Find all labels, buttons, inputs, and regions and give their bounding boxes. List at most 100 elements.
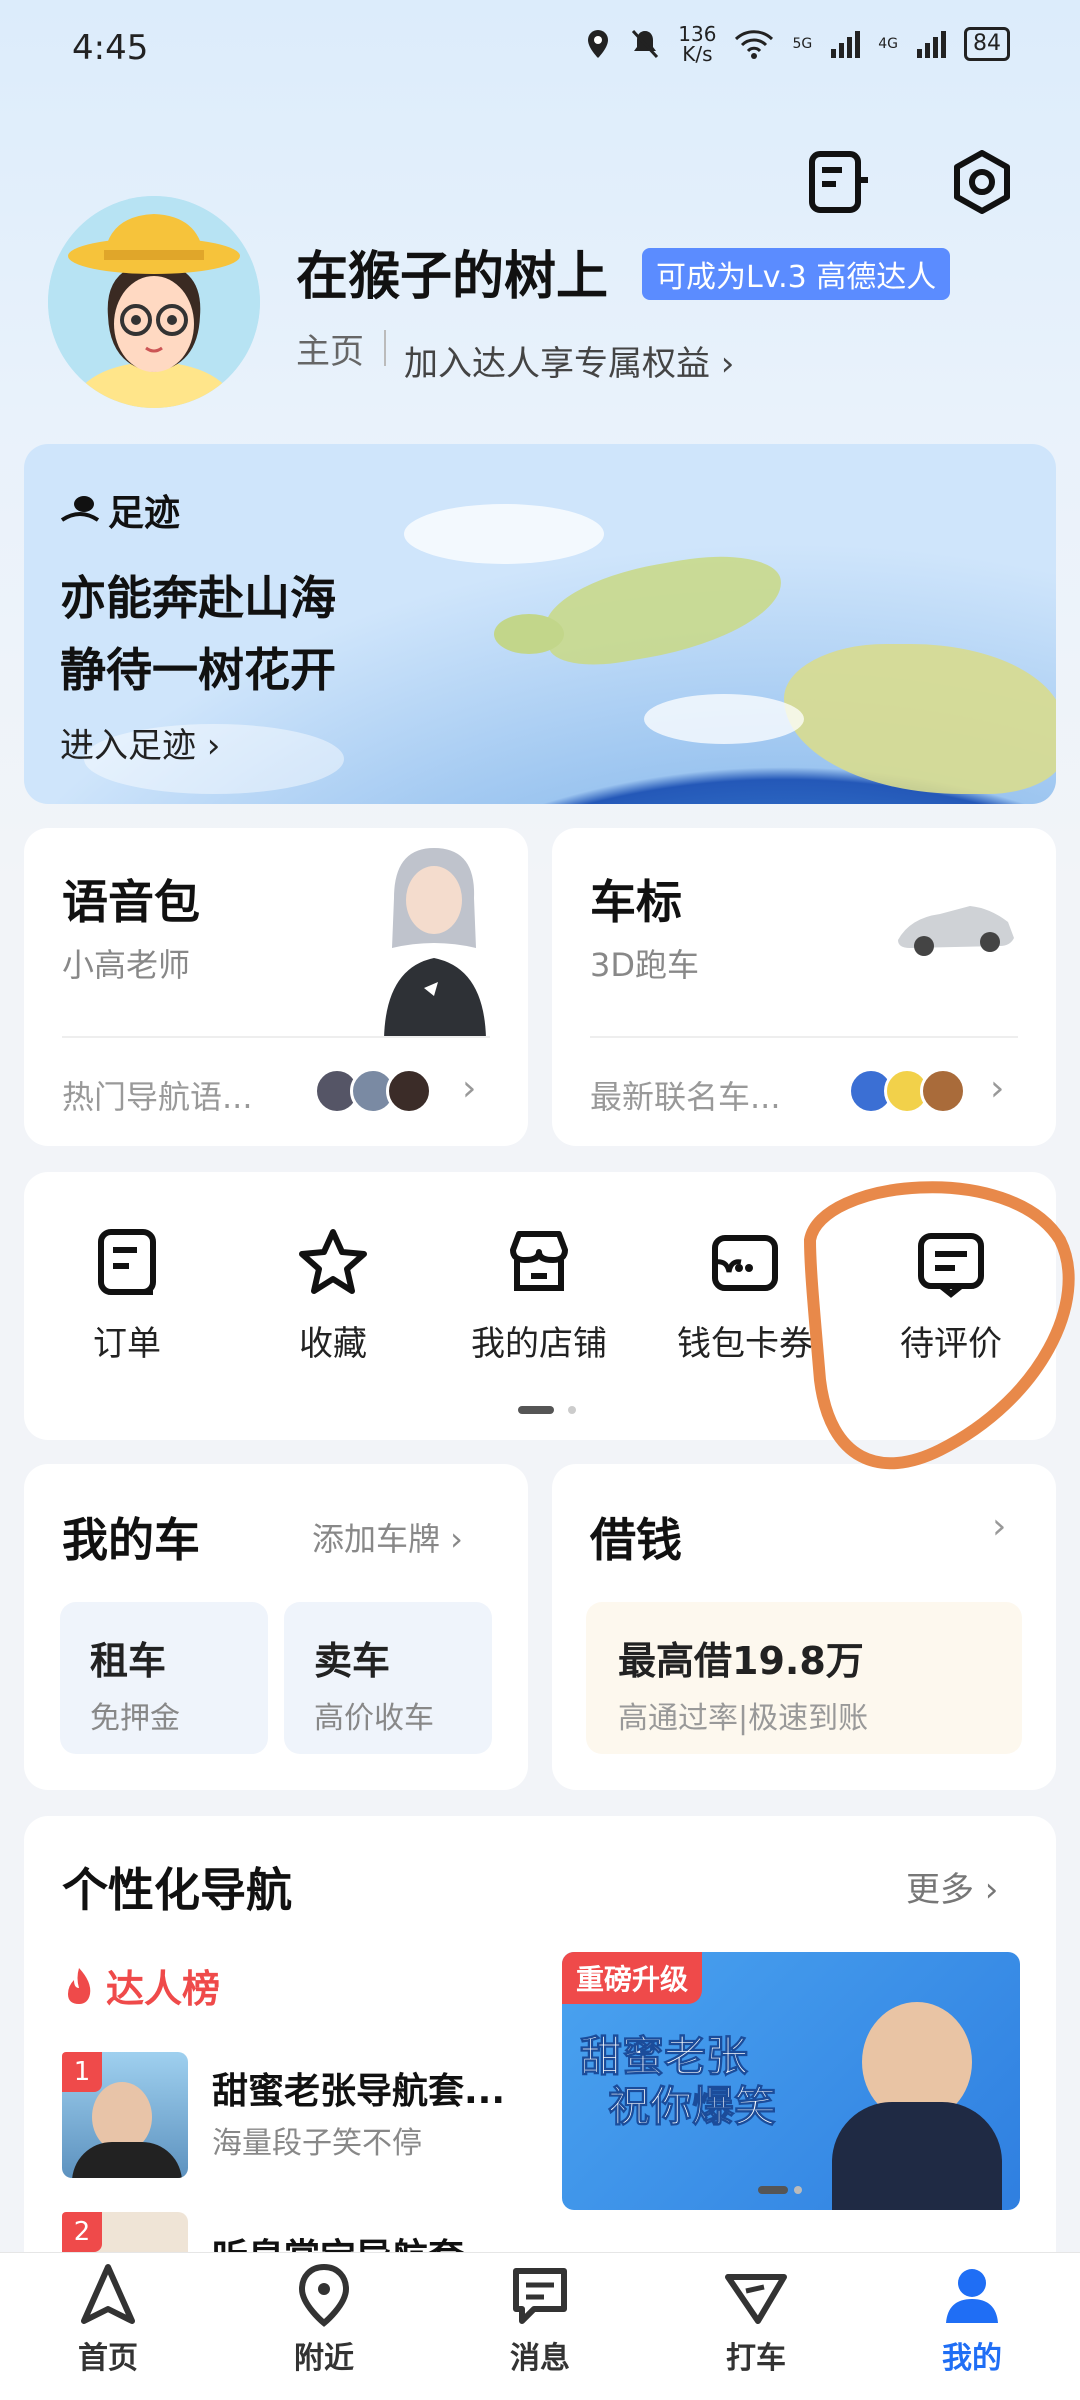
tool-my-shop[interactable]: 我的店铺	[454, 1226, 624, 1365]
signal-4g-label: 4G	[878, 36, 898, 52]
tool-label: 订单	[93, 1324, 161, 1364]
promo-banner[interactable]: 重磅升级 甜蜜老张 祝你爆笑	[562, 1952, 1020, 2210]
page-indicator-active	[518, 1406, 554, 1414]
wifi-status-icon	[735, 30, 774, 59]
car-logo-subtitle: 3D跑车	[590, 946, 700, 984]
sell-car-subtitle: 高价收车	[314, 1701, 434, 1736]
notes-icon[interactable]	[806, 150, 870, 214]
message-icon	[513, 2268, 567, 2324]
promo-tag: 重磅升级	[562, 1952, 703, 2004]
loan-title: 借钱	[590, 1513, 682, 1567]
tab-label: 首页	[78, 2341, 138, 2376]
personal-nav-title: 个性化导航	[62, 1863, 292, 1917]
cloud	[404, 504, 604, 564]
location-status-icon	[588, 30, 609, 58]
divider	[384, 330, 386, 366]
voice-pack-subtitle: 小高老师	[62, 946, 191, 984]
chevron-right-icon: ›	[990, 1068, 1005, 1109]
car-logo-title: 车标	[590, 875, 682, 929]
promo-text: 甜蜜老张 祝你爆笑	[579, 2032, 777, 2132]
ranking-label: 达人榜	[106, 1967, 221, 2011]
tool-favorites[interactable]: 收藏	[248, 1226, 418, 1365]
map-land	[494, 614, 564, 654]
car-logo-thumbnails	[848, 1064, 998, 1120]
status-icons: 136 K/s 5G 4G 84	[584, 24, 1010, 64]
chevron-right-icon: ›	[992, 1506, 1007, 1547]
personal-nav-card: 个性化导航 更多 › 达人榜 1 甜蜜老张导航套... 海量段子笑不停 2 听泉…	[24, 1816, 1056, 2286]
card-divider	[62, 1036, 490, 1038]
voice-character-image	[384, 848, 486, 1038]
loan-card[interactable]: 借钱 › 最高借19.8万 高通过率|极速到账	[552, 1464, 1056, 1790]
loan-description: 高通过率|极速到账	[618, 1701, 869, 1736]
tab-messages[interactable]: 消息	[470, 2263, 610, 2377]
carousel-indicator	[794, 2186, 802, 2194]
settings-icon[interactable]	[950, 150, 1014, 214]
footprint-label: 足迹	[60, 484, 180, 536]
loan-amount: 最高借19.8万	[618, 1639, 864, 1683]
page-indicator	[568, 1406, 576, 1414]
loan-offer[interactable]: 最高借19.8万 高通过率|极速到账	[586, 1602, 1022, 1754]
status-time: 4:45	[72, 28, 149, 68]
fire-icon	[68, 1967, 91, 2004]
tab-taxi[interactable]: 打车	[686, 2263, 826, 2377]
sell-car-title: 卖车	[314, 1639, 391, 1683]
avatar[interactable]	[48, 196, 260, 408]
tab-me[interactable]: 我的	[902, 2263, 1042, 2377]
signal-5g-label: 5G	[792, 36, 813, 52]
tab-label: 消息	[510, 2341, 570, 2376]
tab-home[interactable]: 首页	[38, 2263, 178, 2377]
bottom-tab-bar: 首页 附近 消息 打车 我的	[0, 2252, 1080, 2400]
homepage-link[interactable]: 主页	[296, 324, 364, 373]
footprint-title-line: 亦能奔赴山海	[60, 571, 336, 625]
tab-label: 我的	[942, 2341, 1002, 2376]
sell-car-button[interactable]: 卖车 高价收车	[284, 1602, 492, 1754]
tab-nearby[interactable]: 附近	[254, 2263, 394, 2377]
car-logo-footer: 最新联名车...	[590, 1078, 781, 1116]
car-model-image	[898, 906, 1014, 956]
battery-indicator: 84	[964, 27, 1010, 61]
promo-text-line: 祝你爆笑	[607, 2082, 777, 2132]
tool-label: 我的店铺	[471, 1324, 607, 1364]
map-land	[538, 543, 790, 675]
mute-status-icon	[632, 29, 659, 59]
username: 在猴子的树上	[296, 247, 609, 307]
voice-pack-card[interactable]: 语音包 小高老师 热门导航语... ›	[24, 828, 528, 1146]
voice-avatars	[314, 1064, 464, 1120]
tab-label: 附近	[294, 2341, 354, 2376]
footprint-title-line: 静待一树花开	[60, 643, 336, 697]
footprint-title: 亦能奔赴山海 静待一树花开	[60, 562, 336, 706]
enter-footprint-link[interactable]: 进入足迹 ›	[60, 718, 220, 767]
ranking-header: 达人榜	[62, 1958, 220, 2013]
map-land	[784, 644, 1056, 794]
rent-car-subtitle: 免押金	[90, 1701, 180, 1736]
promo-person-body	[832, 2102, 1002, 2210]
shop-icon	[510, 1231, 568, 1291]
rank-number: 1	[62, 2052, 102, 2092]
tab-label: 打车	[726, 2341, 786, 2376]
rent-car-title: 租车	[90, 1639, 167, 1683]
item-description: 海量段子笑不停	[212, 2126, 422, 2161]
wallet-icon	[712, 1235, 778, 1291]
tool-order[interactable]: 订单	[42, 1226, 212, 1365]
avatar-illustration	[48, 196, 260, 408]
promo-text-line: 甜蜜老张	[579, 2032, 749, 2082]
profile-icon	[946, 2269, 998, 2323]
rent-car-button[interactable]: 租车 免押金	[60, 1602, 268, 1754]
signal-icon	[831, 31, 861, 58]
more-link[interactable]: 更多 ›	[906, 1862, 998, 1911]
cloud	[644, 694, 804, 744]
footprint-label-text: 足迹	[108, 493, 181, 534]
annotation-circle	[804, 1181, 1075, 1470]
chevron-right-icon: ›	[462, 1068, 477, 1109]
rank-number: 2	[62, 2212, 102, 2252]
voice-pack-footer: 热门导航语...	[62, 1078, 253, 1116]
taxi-icon	[725, 2274, 787, 2324]
home-nav-icon	[81, 2264, 135, 2324]
voice-pack-title: 语音包	[62, 875, 200, 929]
join-expert-link[interactable]: 加入达人享专属权益 ›	[404, 336, 734, 385]
list-item[interactable]: 1 甜蜜老张导航套... 海量段子笑不停	[62, 2052, 562, 2180]
add-plate-link[interactable]: 添加车牌 ›	[312, 1514, 463, 1560]
signal-icon	[917, 31, 946, 58]
level-badge[interactable]: 可成为Lv.3 高德达人	[642, 248, 951, 300]
car-logo-card[interactable]: 车标 3D跑车 最新联名车... ›	[552, 828, 1056, 1146]
